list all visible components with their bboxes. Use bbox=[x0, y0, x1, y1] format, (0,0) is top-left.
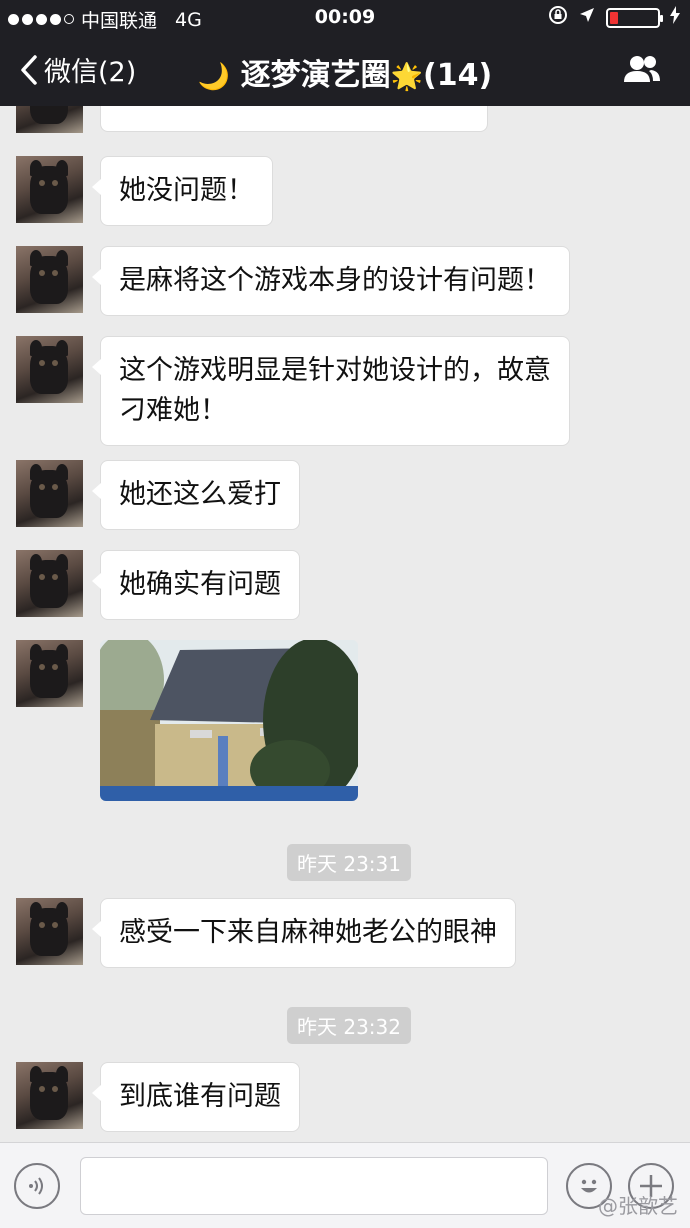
input-bar bbox=[0, 1142, 690, 1228]
group-members-icon bbox=[624, 56, 660, 82]
avatar[interactable] bbox=[16, 550, 83, 617]
member-count: (14) bbox=[423, 58, 493, 93]
group-name: 逐梦演艺圈 bbox=[240, 58, 391, 93]
message-input[interactable] bbox=[80, 1157, 548, 1215]
chat-header: 微信(2) 🌙 逐梦演艺圈🌟(14) bbox=[0, 34, 690, 106]
message-bubble[interactable]: 这个游戏明显是针对她设计的，故意刁难她！ bbox=[92, 336, 570, 446]
status-right bbox=[548, 5, 680, 30]
weibo-watermark: @张歆艺 bbox=[598, 1194, 678, 1218]
message-bubble[interactable]: 她确实有问题 bbox=[92, 550, 300, 620]
voice-icon bbox=[29, 1177, 43, 1195]
status-bar: 中国联通 4G 00:09 bbox=[0, 0, 690, 34]
location-arrow-icon bbox=[578, 6, 596, 29]
battery-icon bbox=[606, 7, 663, 28]
avatar[interactable] bbox=[16, 640, 83, 707]
avatar[interactable] bbox=[16, 1062, 83, 1129]
chat-title: 🌙 逐梦演艺圈🌟(14) bbox=[0, 50, 690, 94]
avatar[interactable] bbox=[16, 106, 83, 133]
moon-emoji: 🌙 bbox=[197, 62, 231, 92]
timestamp: 昨天 23:32 bbox=[287, 1007, 411, 1044]
message-bubble-cropped[interactable] bbox=[100, 106, 488, 132]
chat-message-list[interactable]: 她没问题！ 是麻将这个游戏本身的设计有问题！ 这个游戏明显是针对她设计的，故意刁… bbox=[0, 106, 690, 1142]
message-bubble[interactable]: 她没问题！ bbox=[92, 156, 273, 226]
lock-rotation-icon bbox=[548, 5, 568, 30]
avatar[interactable] bbox=[16, 246, 83, 313]
star-emoji: 🌟 bbox=[390, 62, 424, 92]
avatar[interactable] bbox=[16, 336, 83, 403]
avatar[interactable] bbox=[16, 898, 83, 965]
timestamp: 昨天 23:31 bbox=[287, 844, 411, 881]
voice-button[interactable] bbox=[14, 1163, 60, 1209]
message-bubble[interactable]: 她还这么爱打 bbox=[92, 460, 300, 530]
image-message[interactable] bbox=[100, 640, 358, 801]
avatar[interactable] bbox=[16, 460, 83, 527]
group-members-button[interactable] bbox=[622, 54, 662, 88]
message-bubble[interactable]: 是麻将这个游戏本身的设计有问题！ bbox=[92, 246, 570, 316]
message-bubble[interactable]: 感受一下来自麻神她老公的眼神 bbox=[92, 898, 516, 968]
message-bubble[interactable]: 到底谁有问题 bbox=[92, 1062, 300, 1132]
avatar[interactable] bbox=[16, 156, 83, 223]
house-photo bbox=[100, 640, 358, 801]
charging-icon bbox=[670, 6, 680, 29]
